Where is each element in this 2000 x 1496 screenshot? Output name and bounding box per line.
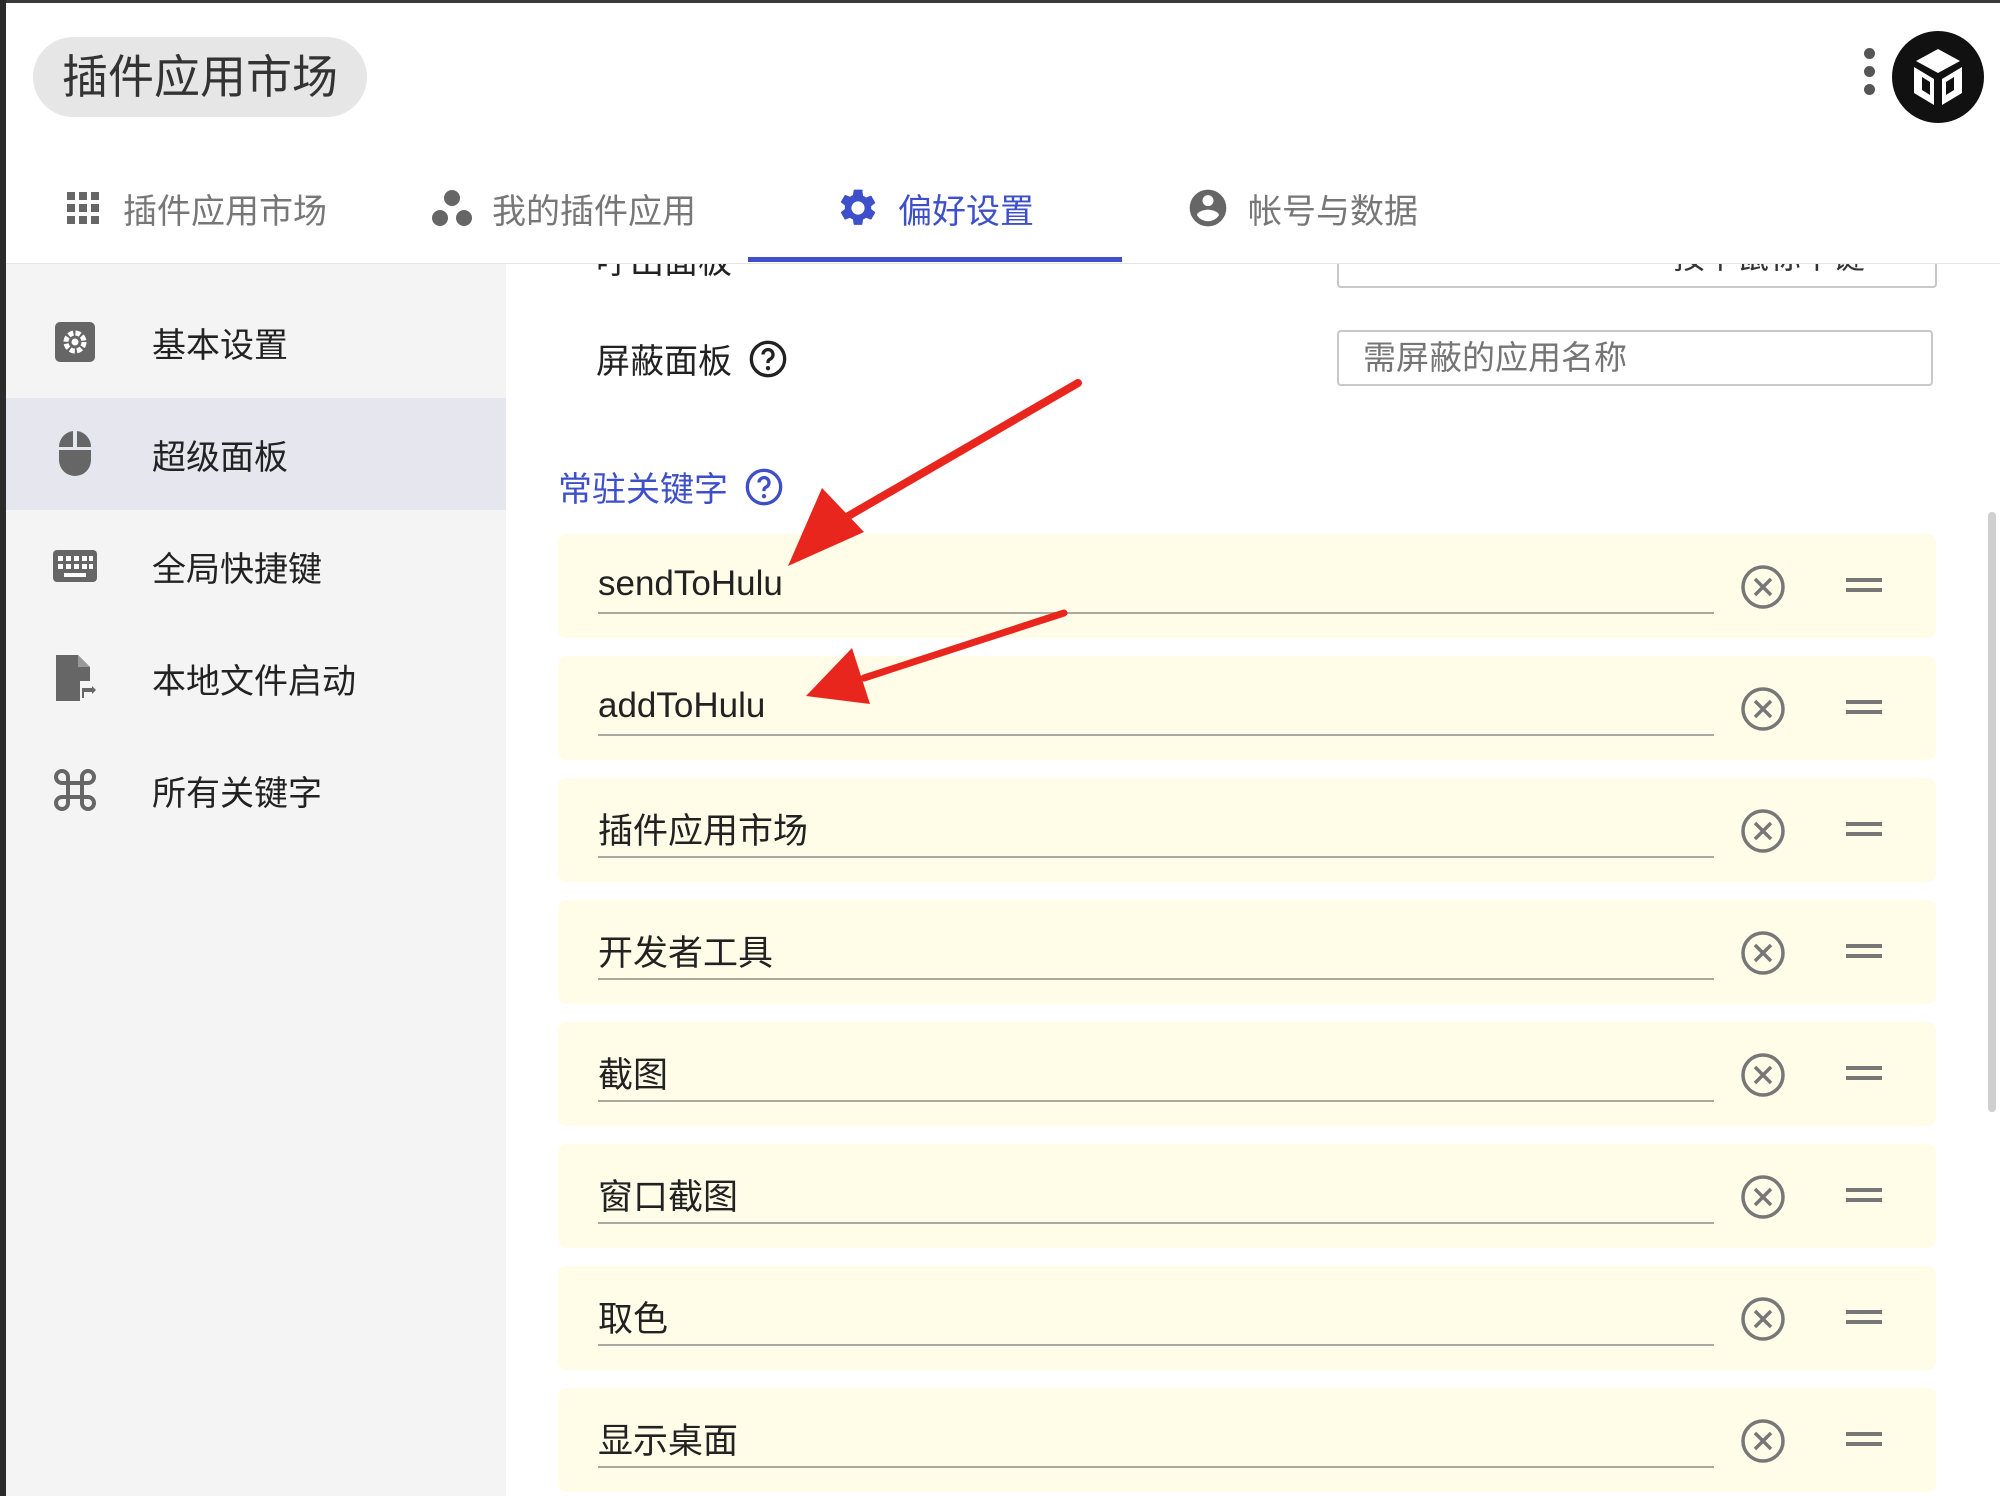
app-title: 插件应用市场 <box>33 37 367 117</box>
tab-bar: 插件应用市场 我的插件应用 偏好设置 帐号与数据 <box>6 153 2000 264</box>
drag-handle-icon[interactable] <box>1844 1302 1884 1332</box>
drag-handle-icon[interactable] <box>1844 936 1884 966</box>
sidebar-item-label: 基本设置 <box>152 326 288 365</box>
tab-plugin-market[interactable]: 插件应用市场 <box>61 153 327 263</box>
sidebar-item-global-shortcuts[interactable]: 全局快捷键 <box>6 510 506 622</box>
sidebar-item-label: 本地文件启动 <box>152 662 356 701</box>
keyword-item <box>558 900 1936 1004</box>
keywords-title: 常驻关键字 <box>558 471 728 509</box>
sidebar-item-label: 全局快捷键 <box>152 550 322 589</box>
remove-circle-icon[interactable] <box>1740 1174 1786 1220</box>
keyword-input[interactable] <box>598 1166 1714 1224</box>
drag-handle-icon[interactable] <box>1844 692 1884 722</box>
command-key-icon <box>50 765 100 815</box>
scrollbar[interactable] <box>1988 512 1996 1112</box>
main-content: 呼出面板 按下鼠标中键 屏蔽面板 常驻关键字 <box>506 264 2000 1496</box>
keyword-input[interactable] <box>598 1044 1714 1102</box>
sidebar-item-label: 超级面板 <box>152 438 288 477</box>
sidebar-item-basic-settings[interactable]: 基本设置 <box>6 286 506 398</box>
remove-circle-icon[interactable] <box>1740 564 1786 610</box>
drag-handle-icon[interactable] <box>1844 1180 1884 1210</box>
tab-label: 帐号与数据 <box>1248 192 1418 231</box>
app-logo[interactable] <box>1890 29 1986 125</box>
mouse-icon <box>50 429 100 479</box>
tab-label: 偏好设置 <box>898 192 1034 231</box>
keyword-item <box>558 1388 1936 1492</box>
shield-panel-label: 屏蔽面板 <box>596 343 732 381</box>
sidebar: 基本设置 超级面板 全局快捷键 本地文件启动 所有关键字 <box>6 264 506 1496</box>
keyword-item <box>558 778 1936 882</box>
cut-off-value: 按下鼠标中键 <box>1673 264 1865 278</box>
keyword-input[interactable] <box>598 800 1714 858</box>
keyword-input[interactable] <box>598 678 1714 736</box>
keyword-input[interactable] <box>598 922 1714 980</box>
more-vertical-icon[interactable] <box>1861 48 1877 108</box>
sidebar-item-all-keywords[interactable]: 所有关键字 <box>6 734 506 846</box>
sidebar-item-label: 所有关键字 <box>152 774 322 813</box>
account-icon <box>1186 186 1230 230</box>
help-icon[interactable] <box>748 339 788 379</box>
cut-off-label: 呼出面板 <box>596 264 732 283</box>
keyword-list <box>558 534 1936 1496</box>
drag-handle-icon[interactable] <box>1844 1424 1884 1454</box>
shield-panel-input[interactable] <box>1337 330 1933 386</box>
sidebar-item-super-panel[interactable]: 超级面板 <box>6 398 506 510</box>
shield-panel-row: 屏蔽面板 <box>596 334 788 383</box>
header: 插件应用市场 插件应用市场 我的插件应用 偏好设置 帐号与数据 <box>6 3 2000 264</box>
drag-handle-icon[interactable] <box>1844 570 1884 600</box>
keyboard-icon <box>50 541 100 591</box>
keyword-item <box>558 534 1936 638</box>
keyword-item <box>558 1266 1936 1370</box>
file-launch-icon <box>50 653 100 703</box>
settings-box-icon <box>50 317 100 367</box>
tab-my-plugins[interactable]: 我的插件应用 <box>430 153 696 263</box>
remove-circle-icon[interactable] <box>1740 1296 1786 1342</box>
drag-handle-icon[interactable] <box>1844 814 1884 844</box>
tab-label: 我的插件应用 <box>492 192 696 231</box>
remove-circle-icon[interactable] <box>1740 808 1786 854</box>
keyword-item <box>558 1144 1936 1248</box>
tab-preferences[interactable]: 偏好设置 <box>836 153 1034 263</box>
keyword-item <box>558 656 1936 760</box>
keyword-item <box>558 1022 1936 1126</box>
grid-icon <box>61 186 105 230</box>
cut-off-select[interactable]: 按下鼠标中键 <box>1337 264 1937 288</box>
cluster-icon <box>430 186 474 230</box>
remove-circle-icon[interactable] <box>1740 1418 1786 1464</box>
remove-circle-icon[interactable] <box>1740 930 1786 976</box>
help-icon[interactable] <box>744 467 784 507</box>
tab-account-data[interactable]: 帐号与数据 <box>1186 153 1418 263</box>
gear-icon <box>836 186 880 230</box>
drag-handle-icon[interactable] <box>1844 1058 1884 1088</box>
keyword-input[interactable] <box>598 1410 1714 1468</box>
keywords-section: 常驻关键字 <box>558 462 784 511</box>
keyword-input[interactable] <box>598 556 1714 614</box>
keyword-input[interactable] <box>598 1288 1714 1346</box>
tab-label: 插件应用市场 <box>123 192 327 231</box>
active-tab-indicator <box>748 257 1122 262</box>
remove-circle-icon[interactable] <box>1740 1052 1786 1098</box>
remove-circle-icon[interactable] <box>1740 686 1786 732</box>
sidebar-item-local-file-launch[interactable]: 本地文件启动 <box>6 622 506 734</box>
